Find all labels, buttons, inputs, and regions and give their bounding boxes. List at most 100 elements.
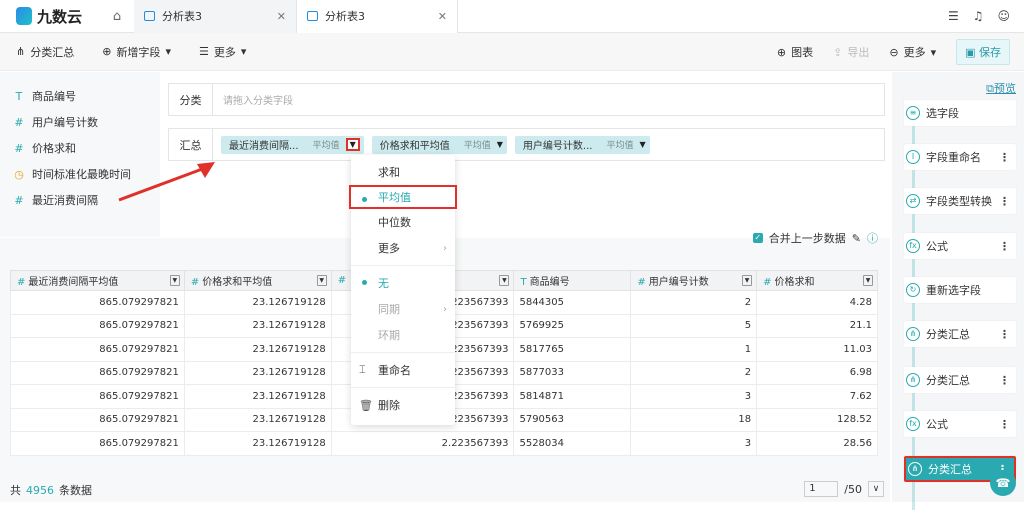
field-item[interactable]: T 商品编号 [0,83,160,109]
chart-button[interactable]: ⊕ 图表 [777,44,813,60]
table-cell[interactable]: 11.03 [756,337,878,362]
table-cell[interactable]: 865.079297821 [10,313,185,338]
more-vertical-icon[interactable]: ⋮ [999,328,1010,341]
brush-icon[interactable]: ✎ [852,232,861,245]
menu-item-more[interactable]: 更多 › [351,235,455,261]
step-item[interactable]: I 字段重命名 ⋮ [904,144,1016,170]
table-cell[interactable]: 865.079297821 [10,431,185,456]
table-cell[interactable]: 2 [630,360,758,385]
more-vertical-icon[interactable]: ⋮ [999,151,1010,164]
caret-down-icon[interactable]: ▼ [863,275,873,286]
more-vertical-icon[interactable]: ⋮ [999,418,1010,431]
summary-chip[interactable]: 价格求和平均值 平均值 ▼ [371,135,507,154]
table-cell[interactable]: 865.079297821 [10,360,185,385]
column-header[interactable]: T 商品编号 [513,270,632,291]
table-cell[interactable]: 23.126719128 [183,431,332,456]
table-cell[interactable]: 865.079297821 [10,384,185,409]
summary-chip[interactable]: 最近消费间隔... 平均值 ▼ [221,135,364,154]
table-cell[interactable]: 23.126719128 [183,360,332,385]
caret-down-icon[interactable]: ▼ [499,275,510,286]
table-cell[interactable]: 23.126719128 [183,384,332,409]
table-cell[interactable]: 28.56 [756,431,878,456]
save-button[interactable]: ▣ 保存 [956,39,1010,65]
table-cell[interactable]: 5877033 [513,360,632,385]
classify-button[interactable]: ⋔ 分类汇总 [16,44,74,60]
bell-icon[interactable]: ♫ [973,9,984,23]
checkbox-checked-icon[interactable]: ✓ [752,233,763,243]
caret-down-icon[interactable]: ▼ [345,138,360,151]
table-cell[interactable]: 5 [630,313,758,338]
summary-chip[interactable]: 用户编号计数... 平均值 ▼ [514,135,650,154]
table-cell[interactable]: 23.126719128 [183,290,332,315]
merge-option[interactable]: ✓ 合并上一步数据 ✎ ⓘ [752,230,878,246]
table-cell[interactable]: 5769925 [513,313,632,338]
caret-down-icon[interactable]: ▼ [497,140,503,149]
caret-down-icon[interactable]: ▼ [639,140,645,149]
table-cell[interactable]: 865.079297821 [10,337,185,362]
close-icon[interactable]: ✕ [277,10,286,23]
menu-item-mom[interactable]: 环期 [351,322,455,348]
more-vertical-icon[interactable]: ⋮ [999,374,1010,387]
column-header[interactable]: # 最近消费间隔平均值 ▼ [10,270,185,291]
table-cell[interactable]: 18 [630,407,758,432]
column-header[interactable]: # 价格求和 ▼ [756,270,878,291]
more-vertical-icon[interactable]: ⋮ [999,240,1010,253]
page-input[interactable]: 1 [804,481,839,497]
table-cell[interactable]: 23.126719128 [183,313,332,338]
chat-help-icon[interactable]: ☎ [990,470,1016,496]
table-cell[interactable]: 2 [630,290,758,315]
caret-down-icon[interactable]: ▼ [742,275,753,286]
table-cell[interactable]: 5814871 [513,384,632,409]
table-cell[interactable]: 5817765 [513,337,632,362]
add-field-button[interactable]: ⊕ 新增字段 ▾ [102,44,171,60]
table-cell[interactable]: 128.52 [756,407,878,432]
table-cell[interactable]: 865.079297821 [10,290,185,315]
list-icon[interactable]: ☰ [948,9,959,23]
column-header[interactable]: # 价格求和平均值 ▼ [183,270,332,291]
table-cell[interactable]: 865.079297821 [10,407,185,432]
menu-item-median[interactable]: 中位数 [351,209,455,235]
menu-item-rename[interactable]: ⌶ 重命名 [351,357,455,383]
user-icon[interactable]: ☺ [997,9,1010,23]
table-cell[interactable]: 5790563 [513,407,632,432]
more-vertical-icon[interactable]: ⋮ [999,195,1010,208]
table-cell[interactable]: 7.62 [756,384,878,409]
menu-item-delete[interactable]: 🗑 删除 [351,392,455,418]
home-icon[interactable]: ⌂ [100,9,134,24]
caret-down-icon[interactable]: ▼ [316,275,327,286]
classify-zone[interactable]: 分类 请拖入分类字段 [168,83,885,116]
column-header[interactable]: # 用户编号计数 ▼ [630,270,758,291]
export-button[interactable]: ⇪ 导出 [833,44,869,60]
field-item[interactable]: # 用户编号计数 [0,109,160,135]
table-cell[interactable]: 23.126719128 [183,337,332,362]
menu-item-sum[interactable]: 求和 [351,159,455,185]
step-item[interactable]: fx 公式 ⋮ [904,233,1016,259]
table-cell[interactable]: 5844305 [513,290,632,315]
menu-item-none[interactable]: 无 [351,270,455,296]
step-item[interactable]: ⋔ 分类汇总 ⋮ [904,321,1016,347]
caret-down-icon[interactable]: ▼ [169,275,180,286]
table-cell[interactable]: 23.126719128 [183,407,332,432]
more-button[interactable]: ☰ 更多 ▾ [199,44,246,60]
step-item[interactable]: ↻ 重新选字段 [904,277,1016,303]
step-item[interactable]: ⋔ 分类汇总 ⋮ [904,367,1016,393]
step-item[interactable]: ≡ 选字段 [904,100,1016,126]
summary-zone[interactable]: 汇总 最近消费间隔... 平均值 ▼ 价格求和平均值 平均值 ▼ 用户编号计数... 平均… [168,128,885,161]
table-cell[interactable]: 3 [630,431,758,456]
tab-analysis-1[interactable]: 分析表3 ✕ [134,0,296,33]
menu-item-yoy[interactable]: 同期 › [351,296,455,322]
more-right-button[interactable]: ⊖ 更多 ▾ [889,44,936,60]
chevron-down-icon[interactable]: ∨ [868,481,884,497]
help-icon[interactable]: ⓘ [867,230,878,246]
table-cell[interactable]: 4.28 [756,290,878,315]
table-cell[interactable]: 6.98 [756,360,878,385]
table-cell[interactable]: 3 [630,384,758,409]
step-item[interactable]: ⇄ 字段类型转换 ⋮ [904,188,1016,214]
close-icon[interactable]: ✕ [438,10,447,23]
table-cell[interactable]: 1 [630,337,758,362]
step-item[interactable]: fx 公式 ⋮ [904,411,1016,437]
preview-link[interactable]: ⧉预览 [986,80,1016,96]
table-cell[interactable]: 5528034 [513,431,632,456]
menu-item-average[interactable]: 平均值 [349,185,457,209]
table-cell[interactable]: 2.223567393 [330,431,515,456]
